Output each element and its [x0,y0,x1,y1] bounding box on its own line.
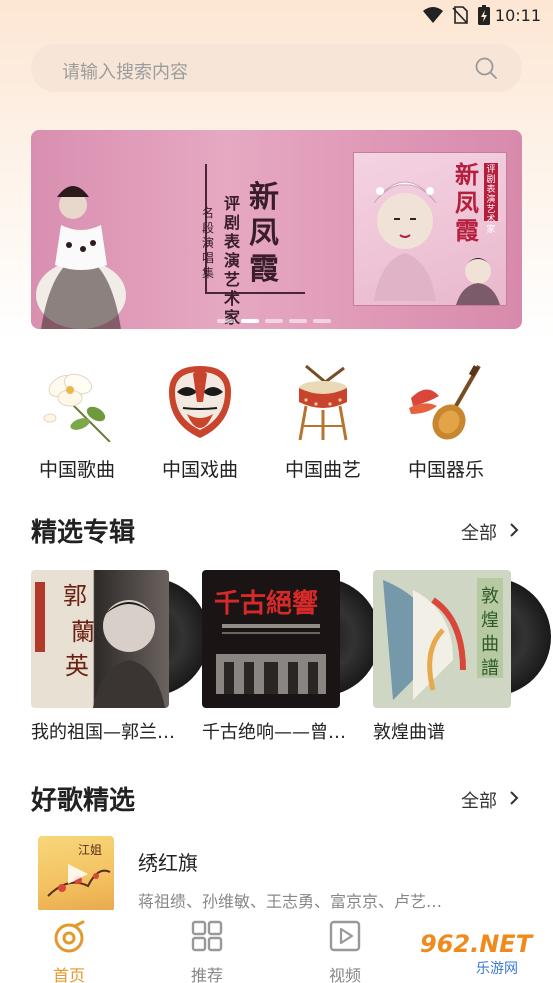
album-art-image: 敦 煌 曲 譜 [383,578,503,700]
grid-icon [191,920,223,952]
nav-home[interactable]: 首页 [29,916,109,983]
no-sim-icon [452,6,468,24]
pipa-icon [409,365,481,440]
status-time: 10:11 [494,6,541,25]
album-card[interactable]: 敦 煌 曲 譜 敦煌曲谱 [373,568,551,748]
banner-album-title: 新凤霞 [455,160,479,245]
good-songs-title: 好歌精选 [31,786,136,816]
carousel-dot[interactable] [217,319,235,323]
svg-text:蘭: 蘭 [71,618,95,646]
nav-label: 首页 [52,966,85,983]
song-cover: 江姐 [38,836,114,912]
home-disc-icon [54,920,85,953]
banner-carousel[interactable]: 新凤霞 评剧表演艺术家 名段演唱集 新凤霞 评剧表演艺术家 [31,130,522,329]
album-card[interactable]: 郭 蘭 英 我的祖国—郭兰… [31,568,209,748]
chevron-right-icon[interactable] [508,521,520,539]
nav-label: 视频 [328,966,361,983]
album-title: 千古绝响——曾… [202,722,346,743]
opera-performer-image [36,186,126,329]
featured-albums-more-link[interactable]: 全部 [461,519,497,545]
battery-charging-icon [478,5,490,25]
album-art-image: 千古絕響 [214,588,326,694]
category-chinese-opera[interactable]: 中国戏曲 [150,358,250,482]
carousel-indicator [217,319,337,323]
category-chinese-instrumental[interactable]: 中国器乐 [396,358,496,482]
album-title: 敦煌曲谱 [373,722,445,743]
category-chinese-folk-arts[interactable]: 中国曲艺 [273,358,373,482]
nav-recommend[interactable]: 推荐 [167,916,247,983]
svg-text:譜: 譜 [481,658,499,679]
category-chinese-songs[interactable]: 中国歌曲 [27,358,127,482]
song-artists: 蒋祖缋、孙维敏、王志勇、富京京、卢艺… [138,892,443,911]
banner-caption: 名段演唱集 [201,206,214,280]
album-title: 我的祖国—郭兰… [31,722,175,743]
svg-text:敦: 敦 [481,586,499,607]
song-cover-art: 江姐 [47,843,111,897]
banner-album-tag: 评剧表演艺术家 [484,163,498,235]
album-cover: 郭 蘭 英 [31,570,169,708]
svg-text:江姐: 江姐 [78,843,102,857]
svg-text:曲: 曲 [481,634,499,655]
featured-albums-title: 精选专辑 [31,518,136,548]
song-list-item[interactable]: 江姐 绣红旗 蒋祖缋、孙维敏、王志勇、富京京、卢艺… [31,834,522,914]
carousel-dot[interactable] [289,319,307,323]
watermark-subtext: 乐游网 [476,961,518,977]
banner-heading: 新凤霞 [249,180,279,287]
banner-album-cover: 新凤霞 评剧表演艺术家 [353,152,507,306]
category-label: 中国器乐 [407,459,484,481]
carousel-dot[interactable] [313,319,331,323]
drum-icon [298,364,348,441]
opera-mask-icon [169,366,231,438]
banner-frame [205,292,305,294]
banner-subheading: 评剧表演艺术家 [223,194,240,327]
album-cover: 敦 煌 曲 譜 [373,570,511,708]
small-portrait-image [456,258,500,305]
carousel-dot-active[interactable] [241,319,259,323]
svg-text:千古絕響: 千古絕響 [214,588,318,619]
search-placeholder: 请输入搜索内容 [62,62,188,83]
nav-video[interactable]: 视频 [305,916,385,983]
category-label: 中国歌曲 [38,459,115,481]
category-label: 中国戏曲 [161,459,238,481]
svg-text:郭: 郭 [63,582,87,610]
video-play-icon [329,920,361,952]
carousel-dot[interactable] [265,319,283,323]
watermark-logo: 962.NET 乐游网 [414,928,548,978]
nav-label: 推荐 [190,966,223,983]
song-title: 绣红旗 [138,851,198,875]
album-art-image: 郭 蘭 英 [35,582,165,708]
magnolia-flower-icon [43,373,111,442]
status-bar: 10:11 [0,0,553,32]
search-input[interactable]: 请输入搜索内容 [31,44,522,92]
chevron-right-icon[interactable] [508,789,520,807]
wifi-icon [423,7,443,23]
portrait-image [373,181,437,301]
album-card[interactable]: 千古絕響 千古绝响——曾… [202,568,380,748]
good-songs-more-link[interactable]: 全部 [461,787,497,813]
svg-text:英: 英 [65,652,89,680]
watermark-text: 962.NET [420,930,533,958]
category-label: 中国曲艺 [284,459,361,481]
svg-text:煌: 煌 [481,610,499,631]
album-cover: 千古絕響 [202,570,340,708]
search-icon[interactable] [474,56,498,80]
